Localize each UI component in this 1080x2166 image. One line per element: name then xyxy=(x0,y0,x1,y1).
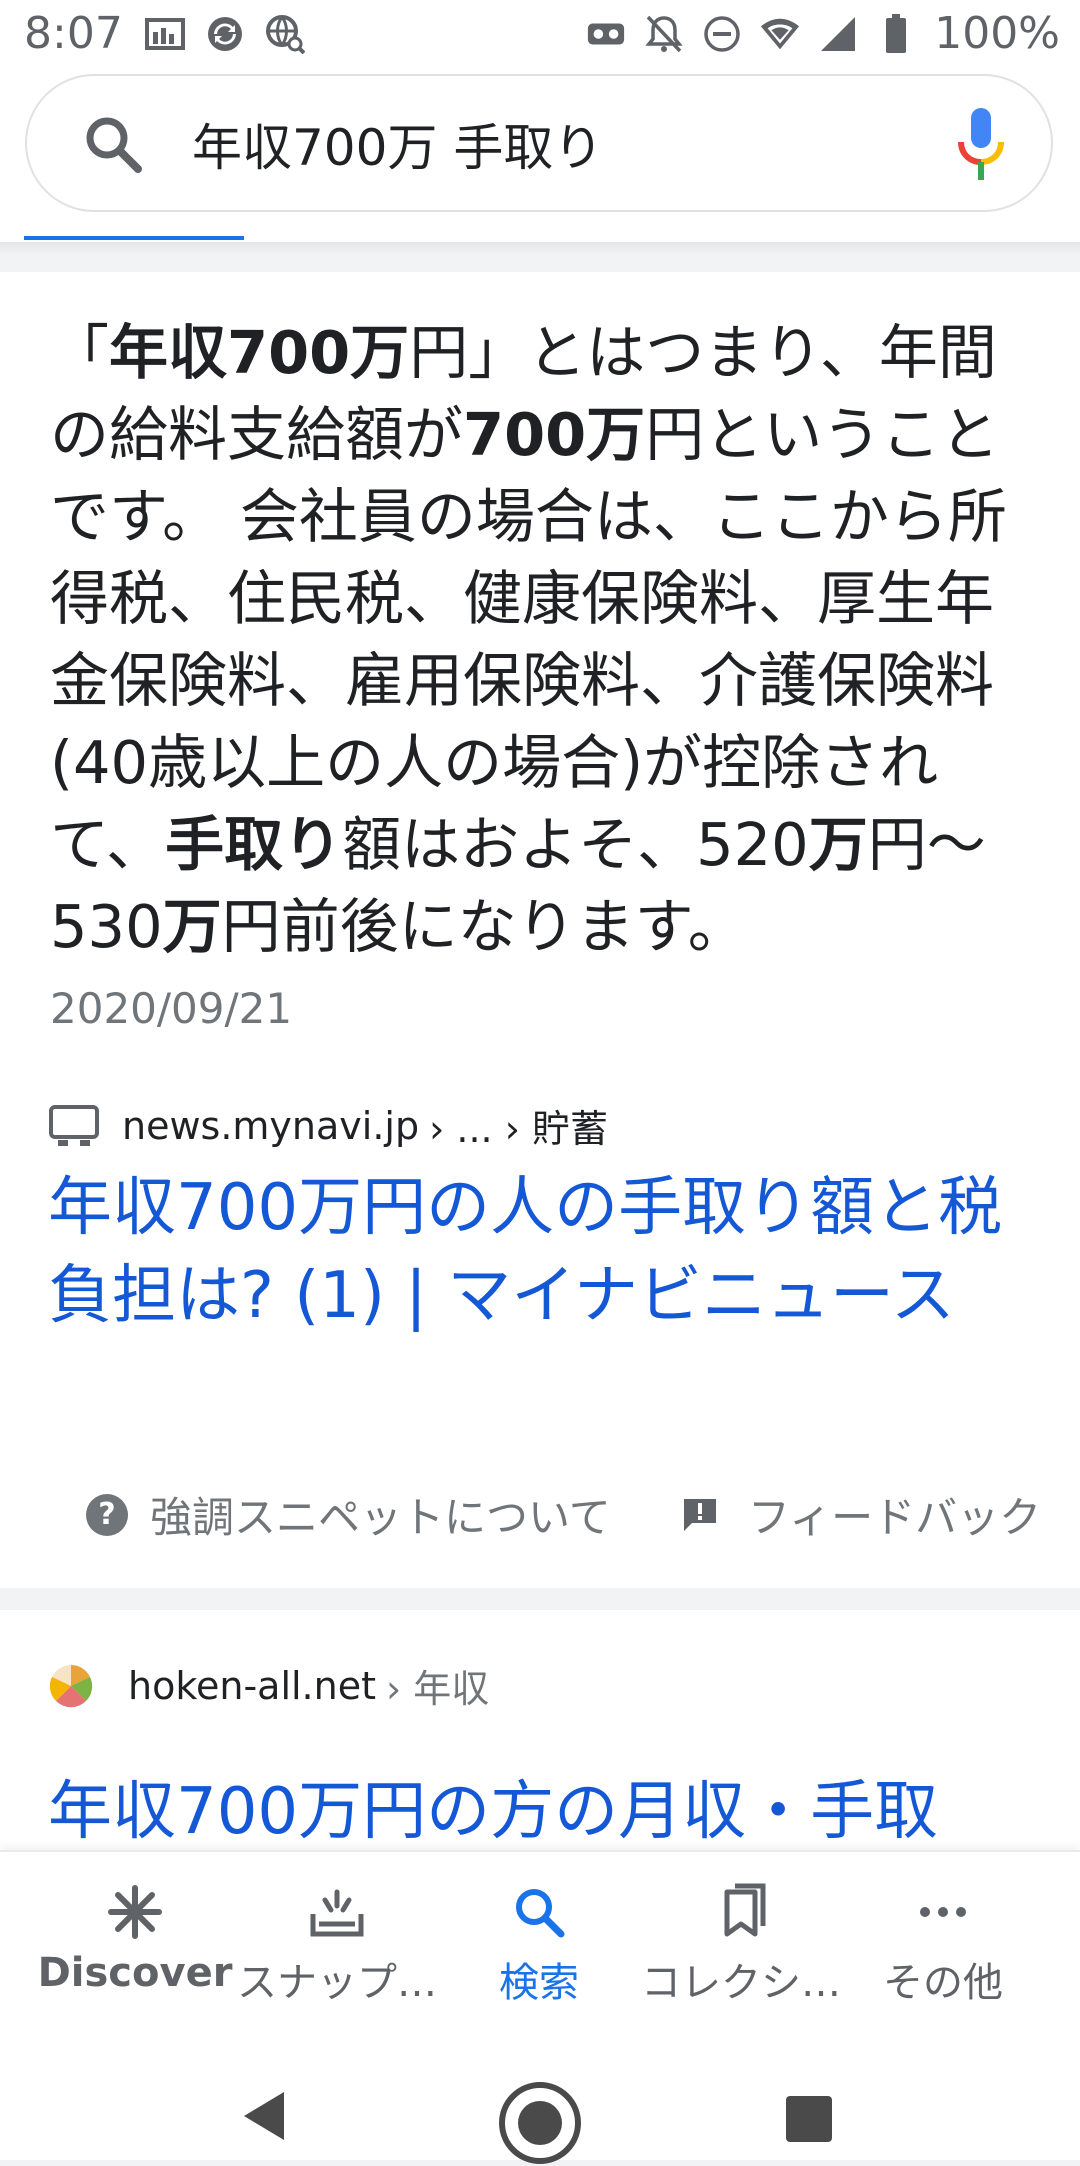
recent-apps-icon[interactable] xyxy=(786,2096,832,2142)
snapshot-icon xyxy=(310,1889,364,1937)
bottom-nav: Discover スナップ… 検索 コレクシ… その他 xyxy=(0,1850,1080,2032)
status-time: 8:07 xyxy=(24,8,123,59)
snippet-text-bold: 万 xyxy=(162,892,222,961)
snippet-text-part: 「 xyxy=(50,318,110,387)
image-icon xyxy=(145,14,185,54)
snippet-text-bold: 手取り xyxy=(165,810,343,879)
snippet-text-bold: 年収700万 xyxy=(109,318,410,387)
nav-label: Discover xyxy=(37,1950,233,1996)
status-right-icons: 100% xyxy=(586,8,1060,59)
nav-search[interactable]: 検索 xyxy=(434,1880,644,2008)
search-icon[interactable] xyxy=(79,110,149,180)
nav-label: その他 xyxy=(883,1960,1003,2006)
nav-snapshot[interactable]: スナップ… xyxy=(232,1880,442,2008)
mic-icon[interactable] xyxy=(951,106,1011,186)
source-domain: news.mynavi.jp xyxy=(122,1103,420,1148)
status-left-icons xyxy=(145,14,305,54)
search-input[interactable]: 年収700万 手取り xyxy=(192,108,603,180)
back-icon[interactable] xyxy=(240,2088,288,2144)
signal-icon xyxy=(818,14,858,54)
search-icon xyxy=(516,1889,565,1938)
battery-icon xyxy=(876,13,916,54)
vr-icon xyxy=(586,14,626,54)
snippet-text-bold: 700万 xyxy=(463,400,646,469)
tab-indicator xyxy=(24,236,244,240)
source-domain: hoken-all.net xyxy=(128,1663,377,1708)
feedback-icon xyxy=(684,1498,716,1531)
battery-percent: 100% xyxy=(934,8,1060,59)
search-header: 年収700万 手取り xyxy=(0,72,1080,242)
snippet-text: 「年収700万円」とはつまり、年間の給料支給額が700万円ということです。 会社… xyxy=(50,312,1040,968)
snippet-text-bold: 万 xyxy=(808,810,868,879)
source-path: › 年収 xyxy=(386,1667,490,1711)
search-result-card: hoken-all.net › 年収 年収700万円の方の月収・手取 xyxy=(0,1610,1080,1850)
feedback-button[interactable]: フィードバック xyxy=(680,1484,1041,1545)
sync-icon xyxy=(205,14,245,54)
about-featured-snippet[interactable]: ? 強調スニペットについて xyxy=(86,1484,611,1545)
result-title-link[interactable]: 年収700万円の方の月収・手取 xyxy=(48,1760,938,1852)
wifi-icon xyxy=(760,14,800,54)
hoken-favicon xyxy=(49,1664,93,1707)
search-box[interactable]: 年収700万 手取り xyxy=(25,74,1053,212)
about-label: 強調スニペットについて xyxy=(150,1493,611,1542)
mynavi-favicon xyxy=(49,1104,99,1146)
source-row[interactable]: news.mynavi.jp › ... › 貯蓄 xyxy=(48,1098,608,1153)
home-icon[interactable] xyxy=(497,2080,583,2166)
featured-snippet-card: 「年収700万円」とはつまり、年間の給料支給額が700万円ということです。 会社… xyxy=(0,272,1080,1588)
header-shadow xyxy=(0,242,1080,256)
source-row[interactable]: hoken-all.net › 年収 xyxy=(48,1658,489,1713)
notifications-off-icon xyxy=(644,14,684,54)
status-bar: 8:07 100% xyxy=(0,0,1080,72)
snippet-text-part: 円ということです。 会社員の場合は、ここから所得税、住民税、健康保険料、厚生年金… xyxy=(50,400,1007,879)
feedback-label: フィードバック xyxy=(748,1493,1042,1542)
nav-more[interactable]: その他 xyxy=(838,1880,1048,2008)
collections-icon xyxy=(724,1883,766,1937)
snippet-text-part: 額はおよそ、520 xyxy=(342,810,809,879)
do-not-disturb-icon xyxy=(702,14,742,54)
nav-label: 検索 xyxy=(499,1960,579,2006)
globe-search-icon xyxy=(265,14,305,54)
snippet-text-part: 円前後になります。 xyxy=(221,892,747,961)
nav-discover[interactable]: Discover xyxy=(30,1880,240,1996)
nav-label: コレクシ… xyxy=(641,1960,841,2006)
source-path: › ... › 貯蓄 xyxy=(429,1107,608,1151)
system-nav-bar xyxy=(0,2030,1080,2164)
nav-collections[interactable]: コレクシ… xyxy=(636,1880,846,2008)
nav-label: スナップ… xyxy=(237,1960,437,2006)
result-title-link[interactable]: 年収700万円の人の手取り額と税負担は? (1) | マイナビニュース xyxy=(48,1164,1038,1340)
asterisk-icon xyxy=(108,1885,162,1939)
more-icon xyxy=(920,1907,966,1917)
help-icon: ? xyxy=(86,1493,128,1536)
snippet-date: 2020/09/21 xyxy=(50,984,293,1033)
